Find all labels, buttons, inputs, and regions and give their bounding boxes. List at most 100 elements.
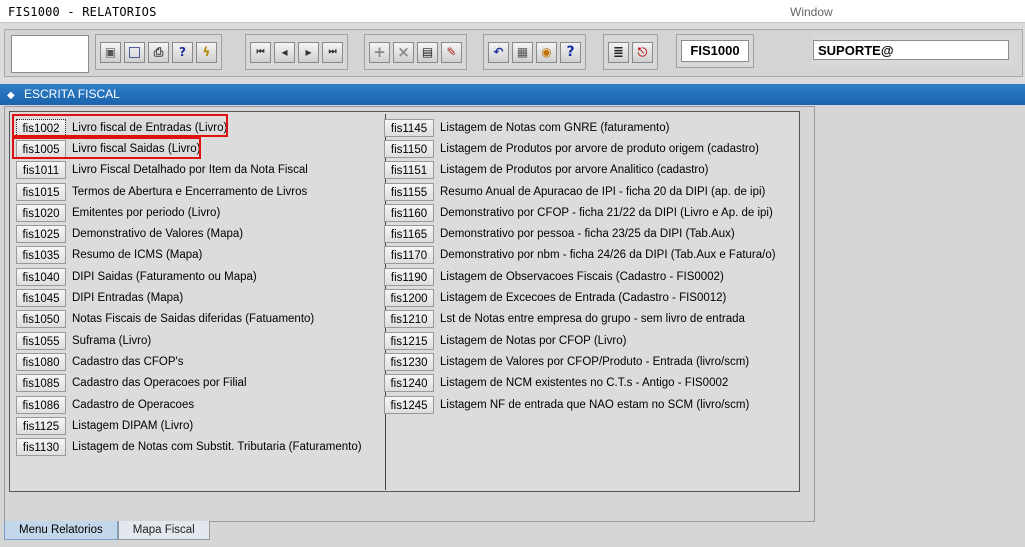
report-button-fis1150[interactable]: fis1150: [384, 139, 434, 158]
report-label-fis1085: Cadastro das Operacoes por Filial: [72, 377, 247, 390]
report-label-fis1011: Livro Fiscal Detalhado por Item da Nota …: [72, 164, 308, 177]
report-button-fis1165[interactable]: fis1165: [384, 225, 434, 244]
undo-icon[interactable]: [488, 41, 509, 63]
report-row-fis1011: fis1011 Livro Fiscal Detalhado por Item d…: [16, 160, 362, 181]
window-menu[interactable]: Window: [790, 5, 833, 19]
toolbar-area: FIS1000 SUPORTE@: [0, 22, 1025, 84]
clipboard-icon[interactable]: [512, 41, 533, 63]
save-icon[interactable]: [100, 41, 121, 63]
report-row-fis1151: fis1151 Listagem de Produtos por arvore A…: [384, 160, 776, 181]
user-box: SUPORTE@: [811, 34, 1017, 66]
report-label-fis1130: Listagem de Notas com Substit. Tributari…: [72, 441, 362, 454]
report-button-fis1020[interactable]: fis1020: [16, 203, 66, 222]
report-row-fis1020: fis1020 Emitentes por periodo (Livro): [16, 202, 362, 223]
report-button-fis1151[interactable]: fis1151: [384, 161, 434, 180]
section-icon: ◆: [7, 90, 15, 101]
tab-menu-relatorios[interactable]: Menu Relatorios: [4, 521, 118, 540]
report-button-fis1080[interactable]: fis1080: [16, 352, 66, 371]
report-row-fis1145: fis1145 Listagem de Notas com GNRE (fatur…: [384, 117, 776, 138]
user-field: SUPORTE@: [813, 40, 1009, 60]
report-row-fis1055: fis1055 Suframa (Livro): [16, 330, 362, 351]
report-label-fis1230: Listagem de Valores por CFOP/Produto - E…: [440, 355, 750, 368]
toolbar: FIS1000 SUPORTE@: [4, 29, 1023, 77]
window-icon[interactable]: [124, 41, 145, 63]
report-row-fis1215: fis1215 Listagem de Notas por CFOP (Livro…: [384, 330, 776, 351]
report-row-fis1005: fis1005 Livro fiscal Saidas (Livro): [16, 138, 362, 159]
report-button-fis1085[interactable]: fis1085: [16, 374, 66, 393]
section-header: ◆ ESCRITA FISCAL: [0, 84, 1025, 105]
report-label-fis1015: Termos de Abertura e Encerramento de Liv…: [72, 185, 308, 198]
title-bar: FIS1000 - RELATORIOS Window: [0, 0, 1025, 22]
toolbar-group-navigation: [245, 34, 348, 70]
exit-icon[interactable]: [632, 41, 653, 63]
report-button-fis1130[interactable]: fis1130: [16, 438, 66, 457]
logo-placeholder: [11, 35, 89, 73]
report-label-fis1002: Livro fiscal de Entradas (Livro): [72, 121, 228, 134]
report-row-fis1155: fis1155 Resumo Anual de Apuracao de IPI -…: [384, 181, 776, 202]
report-row-fis1210: fis1210 Lst de Notas entre empresa do gru…: [384, 309, 776, 330]
delete-record-icon[interactable]: [393, 41, 414, 63]
next-record-icon[interactable]: [298, 41, 319, 63]
reports-right-column: fis1145 Listagem de Notas com GNRE (fatur…: [384, 117, 776, 415]
report-button-fis1040[interactable]: fis1040: [16, 267, 66, 286]
report-button-fis1050[interactable]: fis1050: [16, 310, 66, 329]
report-button-fis1035[interactable]: fis1035: [16, 246, 66, 265]
report-button-fis1190[interactable]: fis1190: [384, 267, 434, 286]
report-row-fis1035: fis1035 Resumo de ICMS (Mapa): [16, 245, 362, 266]
report-button-fis1002[interactable]: fis1002: [16, 118, 66, 137]
previous-record-icon[interactable]: [274, 41, 295, 63]
report-button-fis1025[interactable]: fis1025: [16, 225, 66, 244]
print-icon[interactable]: [148, 41, 169, 63]
toolbar-group-edit: [483, 34, 586, 70]
form-name-field: FIS1000: [681, 40, 749, 62]
report-label-fis1045: DIPI Entradas (Mapa): [72, 292, 184, 305]
report-button-fis1086[interactable]: fis1086: [16, 395, 66, 414]
help-icon[interactable]: [560, 41, 581, 63]
report-label-fis1210: Lst de Notas entre empresa do grupo - se…: [440, 313, 745, 326]
toolbar-group-file: [95, 34, 222, 70]
insert-record-icon[interactable]: [369, 41, 390, 63]
report-button-fis1245[interactable]: fis1245: [384, 395, 434, 414]
report-label-fis1190: Listagem de Observacoes Fiscais (Cadastr…: [440, 270, 724, 283]
report-button-fis1145[interactable]: fis1145: [384, 118, 434, 137]
report-row-fis1160: fis1160 Demonstrativo por CFOP - ficha 21…: [384, 202, 776, 223]
report-label-fis1025: Demonstrativo de Valores (Mapa): [72, 228, 244, 241]
duplicate-record-icon[interactable]: [417, 41, 438, 63]
report-button-fis1155[interactable]: fis1155: [384, 182, 434, 201]
content-area: fis1002 Livro fiscal de Entradas (Livro) f…: [0, 105, 1025, 547]
execute-query-icon[interactable]: [196, 41, 217, 63]
report-button-fis1215[interactable]: fis1215: [384, 331, 434, 350]
report-button-fis1160[interactable]: fis1160: [384, 203, 434, 222]
report-button-fis1200[interactable]: fis1200: [384, 289, 434, 308]
report-row-fis1025: fis1025 Demonstrativo de Valores (Mapa): [16, 223, 362, 244]
report-button-fis1125[interactable]: fis1125: [16, 416, 66, 435]
report-label-fis1200: Listagem de Excecoes de Entrada (Cadastr…: [440, 292, 727, 305]
report-button-fis1240[interactable]: fis1240: [384, 374, 434, 393]
report-row-fis1040: fis1040 DIPI Saidas (Faturamento ou Mapa): [16, 266, 362, 287]
last-record-icon[interactable]: [322, 41, 343, 63]
report-button-fis1045[interactable]: fis1045: [16, 289, 66, 308]
report-label-fis1245: Listagem NF de entrada que NAO estam no …: [440, 398, 750, 411]
report-button-fis1210[interactable]: fis1210: [384, 310, 434, 329]
report-label-fis1035: Resumo de ICMS (Mapa): [72, 249, 203, 262]
tab-mapa-fiscal[interactable]: Mapa Fiscal: [117, 521, 210, 540]
enter-query-icon[interactable]: [172, 41, 193, 63]
reports-left-column: fis1002 Livro fiscal de Entradas (Livro) f…: [16, 117, 362, 458]
first-record-icon[interactable]: [250, 41, 271, 63]
find-icon[interactable]: [536, 41, 557, 63]
report-row-fis1080: fis1080 Cadastro das CFOP's: [16, 351, 362, 372]
toolbar-group-records: [364, 34, 467, 70]
report-button-fis1005[interactable]: fis1005: [16, 139, 66, 158]
report-label-fis1005: Livro fiscal Saidas (Livro): [72, 142, 201, 155]
menu-icon[interactable]: [608, 41, 629, 63]
report-button-fis1015[interactable]: fis1015: [16, 182, 66, 201]
toolbar-group-exit: [603, 34, 658, 70]
clear-record-icon[interactable]: [441, 41, 462, 63]
report-row-fis1050: fis1050 Notas Fiscais de Saidas diferidas…: [16, 309, 362, 330]
report-button-fis1011[interactable]: fis1011: [16, 161, 66, 180]
report-label-fis1150: Listagem de Produtos por arvore de produ…: [440, 142, 759, 155]
report-button-fis1055[interactable]: fis1055: [16, 331, 66, 350]
report-button-fis1230[interactable]: fis1230: [384, 352, 434, 371]
report-row-fis1230: fis1230 Listagem de Valores por CFOP/Prod…: [384, 351, 776, 372]
report-button-fis1170[interactable]: fis1170: [384, 246, 434, 265]
